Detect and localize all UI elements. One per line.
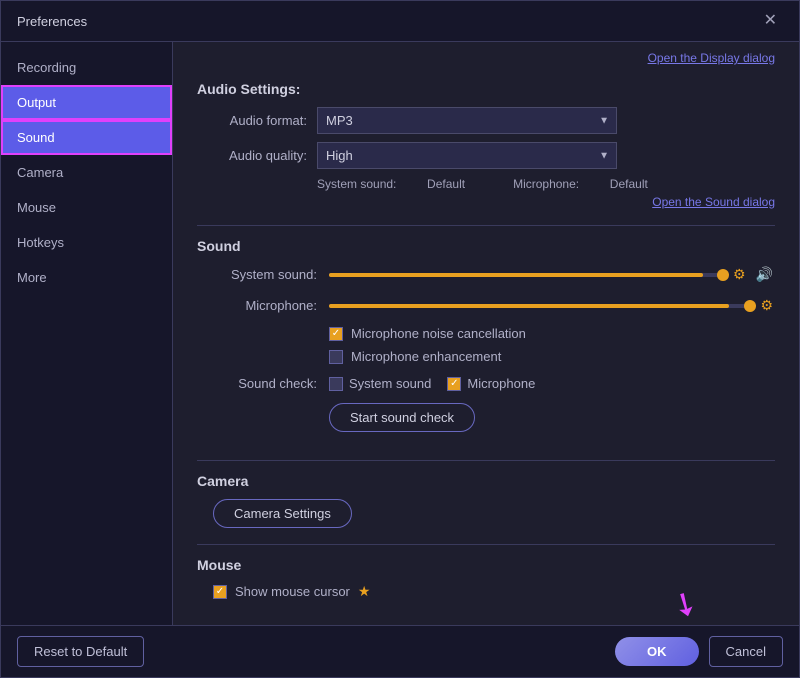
system-sound-icons: ⚙ 🔊 xyxy=(731,264,775,285)
open-sound-dialog-row: Open the Sound dialog xyxy=(197,195,775,209)
noise-cancel-label[interactable]: ✓ Microphone noise cancellation xyxy=(329,326,526,341)
close-button[interactable]: ✕ xyxy=(758,11,783,31)
ok-button[interactable]: OK xyxy=(615,637,699,666)
system-check-box[interactable] xyxy=(329,377,343,391)
mic-enhance-text: Microphone enhancement xyxy=(351,349,501,364)
mic-check-option[interactable]: ✓ Microphone xyxy=(447,376,535,391)
noise-cancel-row: ✓ Microphone noise cancellation xyxy=(197,326,775,341)
camera-section: Camera Camera Settings xyxy=(197,473,775,528)
sidebar-item-recording[interactable]: Recording xyxy=(1,50,172,85)
sound-check-label: Sound check: xyxy=(197,376,317,391)
mic-check-mark: ✓ xyxy=(448,378,460,390)
audio-quality-label: Audio quality: xyxy=(197,148,307,163)
microphone-gear-icon[interactable]: ⚙ xyxy=(758,295,775,316)
sidebar-item-sound[interactable]: Sound xyxy=(1,120,172,155)
audio-format-select-wrapper: MP3 AAC WAV FLAC xyxy=(317,107,617,134)
sidebar-item-output[interactable]: Output xyxy=(1,85,172,120)
audio-settings-heading: Audio Settings: xyxy=(197,81,775,97)
preferences-dialog: Preferences ✕ Recording Output Sound Cam… xyxy=(0,0,800,678)
mouse-check-row: ✓ Show mouse cursor ★ xyxy=(197,583,775,600)
audio-settings-block: Audio Settings: Audio format: MP3 AAC WA… xyxy=(197,81,775,209)
sidebar: Recording Output Sound Camera Mouse Hotk… xyxy=(1,42,173,625)
sound-section: Sound System sound: ⚙ 🔊 xyxy=(197,238,775,444)
divider-3 xyxy=(197,544,775,545)
audio-format-label: Audio format: xyxy=(197,113,307,128)
system-sound-slider-thumb xyxy=(717,269,729,281)
mouse-heading: Mouse xyxy=(197,557,775,573)
system-sound-value: Default xyxy=(427,177,465,191)
sidebar-item-mouse[interactable]: Mouse xyxy=(1,190,172,225)
start-sound-check-button[interactable]: Start sound check xyxy=(329,403,475,432)
audio-quality-row: Audio quality: Low Medium High Very High xyxy=(197,142,775,169)
footer-right: OK Cancel xyxy=(615,636,783,667)
mic-enhance-checkbox[interactable] xyxy=(329,350,343,364)
mic-check-box[interactable]: ✓ xyxy=(447,377,461,391)
system-sound-slider-track[interactable] xyxy=(329,273,723,277)
default-info-row: System sound: Default Microphone: Defaul… xyxy=(197,177,775,191)
microphone-label: Microphone: xyxy=(513,177,579,191)
mic-enhance-row: Microphone enhancement xyxy=(197,349,775,364)
show-cursor-checkbox[interactable]: ✓ xyxy=(213,585,227,599)
system-sound-slider-fill xyxy=(329,273,703,277)
sound-check-options: System sound ✓ Microphone xyxy=(329,376,535,391)
sound-heading: Sound xyxy=(197,238,775,254)
microphone-slider-label: Microphone: xyxy=(197,298,317,313)
divider-2 xyxy=(197,460,775,461)
microphone-slider-thumb xyxy=(744,300,756,312)
system-sound-gear-icon[interactable]: ⚙ xyxy=(731,264,748,285)
system-check-text: System sound xyxy=(349,376,431,391)
noise-cancel-text: Microphone noise cancellation xyxy=(351,326,526,341)
system-sound-slider-label: System sound: xyxy=(197,267,317,282)
audio-quality-select-wrapper: Low Medium High Very High xyxy=(317,142,617,169)
divider-1 xyxy=(197,225,775,226)
dialog-title: Preferences xyxy=(17,14,87,29)
mouse-section: Mouse ✓ Show mouse cursor ★ xyxy=(197,557,775,600)
content-area: Open the Display dialog Audio Settings: … xyxy=(173,42,799,625)
sidebar-item-hotkeys[interactable]: Hotkeys xyxy=(1,225,172,260)
show-cursor-text: Show mouse cursor xyxy=(235,584,350,599)
cancel-button[interactable]: Cancel xyxy=(709,636,783,667)
top-link-area: Open the Display dialog xyxy=(197,42,775,69)
audio-quality-select[interactable]: Low Medium High Very High xyxy=(317,142,617,169)
system-sound-slider-row: System sound: ⚙ 🔊 xyxy=(197,264,775,285)
sidebar-item-camera[interactable]: Camera xyxy=(1,155,172,190)
system-sound-volume-icon[interactable]: 🔊 xyxy=(754,264,775,285)
audio-format-select[interactable]: MP3 AAC WAV FLAC xyxy=(317,107,617,134)
mic-check-text: Microphone xyxy=(467,376,535,391)
sound-check-row: Sound check: System sound ✓ Microphone xyxy=(197,376,775,391)
noise-cancel-check-mark: ✓ xyxy=(332,328,340,339)
reset-to-default-button[interactable]: Reset to Default xyxy=(17,636,144,667)
system-sound-info: System sound: Default xyxy=(317,177,489,191)
footer: Reset to Default OK Cancel xyxy=(1,625,799,677)
sidebar-item-more[interactable]: More xyxy=(1,260,172,295)
microphone-icons: ⚙ xyxy=(758,295,775,316)
show-cursor-check-mark: ✓ xyxy=(214,586,226,598)
noise-cancel-checkbox[interactable]: ✓ xyxy=(329,327,343,341)
audio-format-row: Audio format: MP3 AAC WAV FLAC xyxy=(197,107,775,134)
system-sound-label: System sound: xyxy=(317,177,396,191)
open-display-link[interactable]: Open the Display dialog xyxy=(648,51,775,65)
camera-settings-button[interactable]: Camera Settings xyxy=(213,499,352,528)
main-layout: Recording Output Sound Camera Mouse Hotk… xyxy=(1,42,799,625)
mic-enhance-label[interactable]: Microphone enhancement xyxy=(329,349,501,364)
title-bar: Preferences ✕ xyxy=(1,1,799,42)
camera-heading: Camera xyxy=(197,473,775,489)
microphone-slider-fill xyxy=(329,304,729,308)
microphone-slider-track[interactable] xyxy=(329,304,750,308)
microphone-value: Default xyxy=(610,177,648,191)
microphone-info: Microphone: Default xyxy=(513,177,672,191)
open-sound-dialog-link[interactable]: Open the Sound dialog xyxy=(652,195,775,209)
star-icon: ★ xyxy=(358,583,371,600)
microphone-slider-row: Microphone: ⚙ xyxy=(197,295,775,316)
system-check-option[interactable]: System sound xyxy=(329,376,431,391)
